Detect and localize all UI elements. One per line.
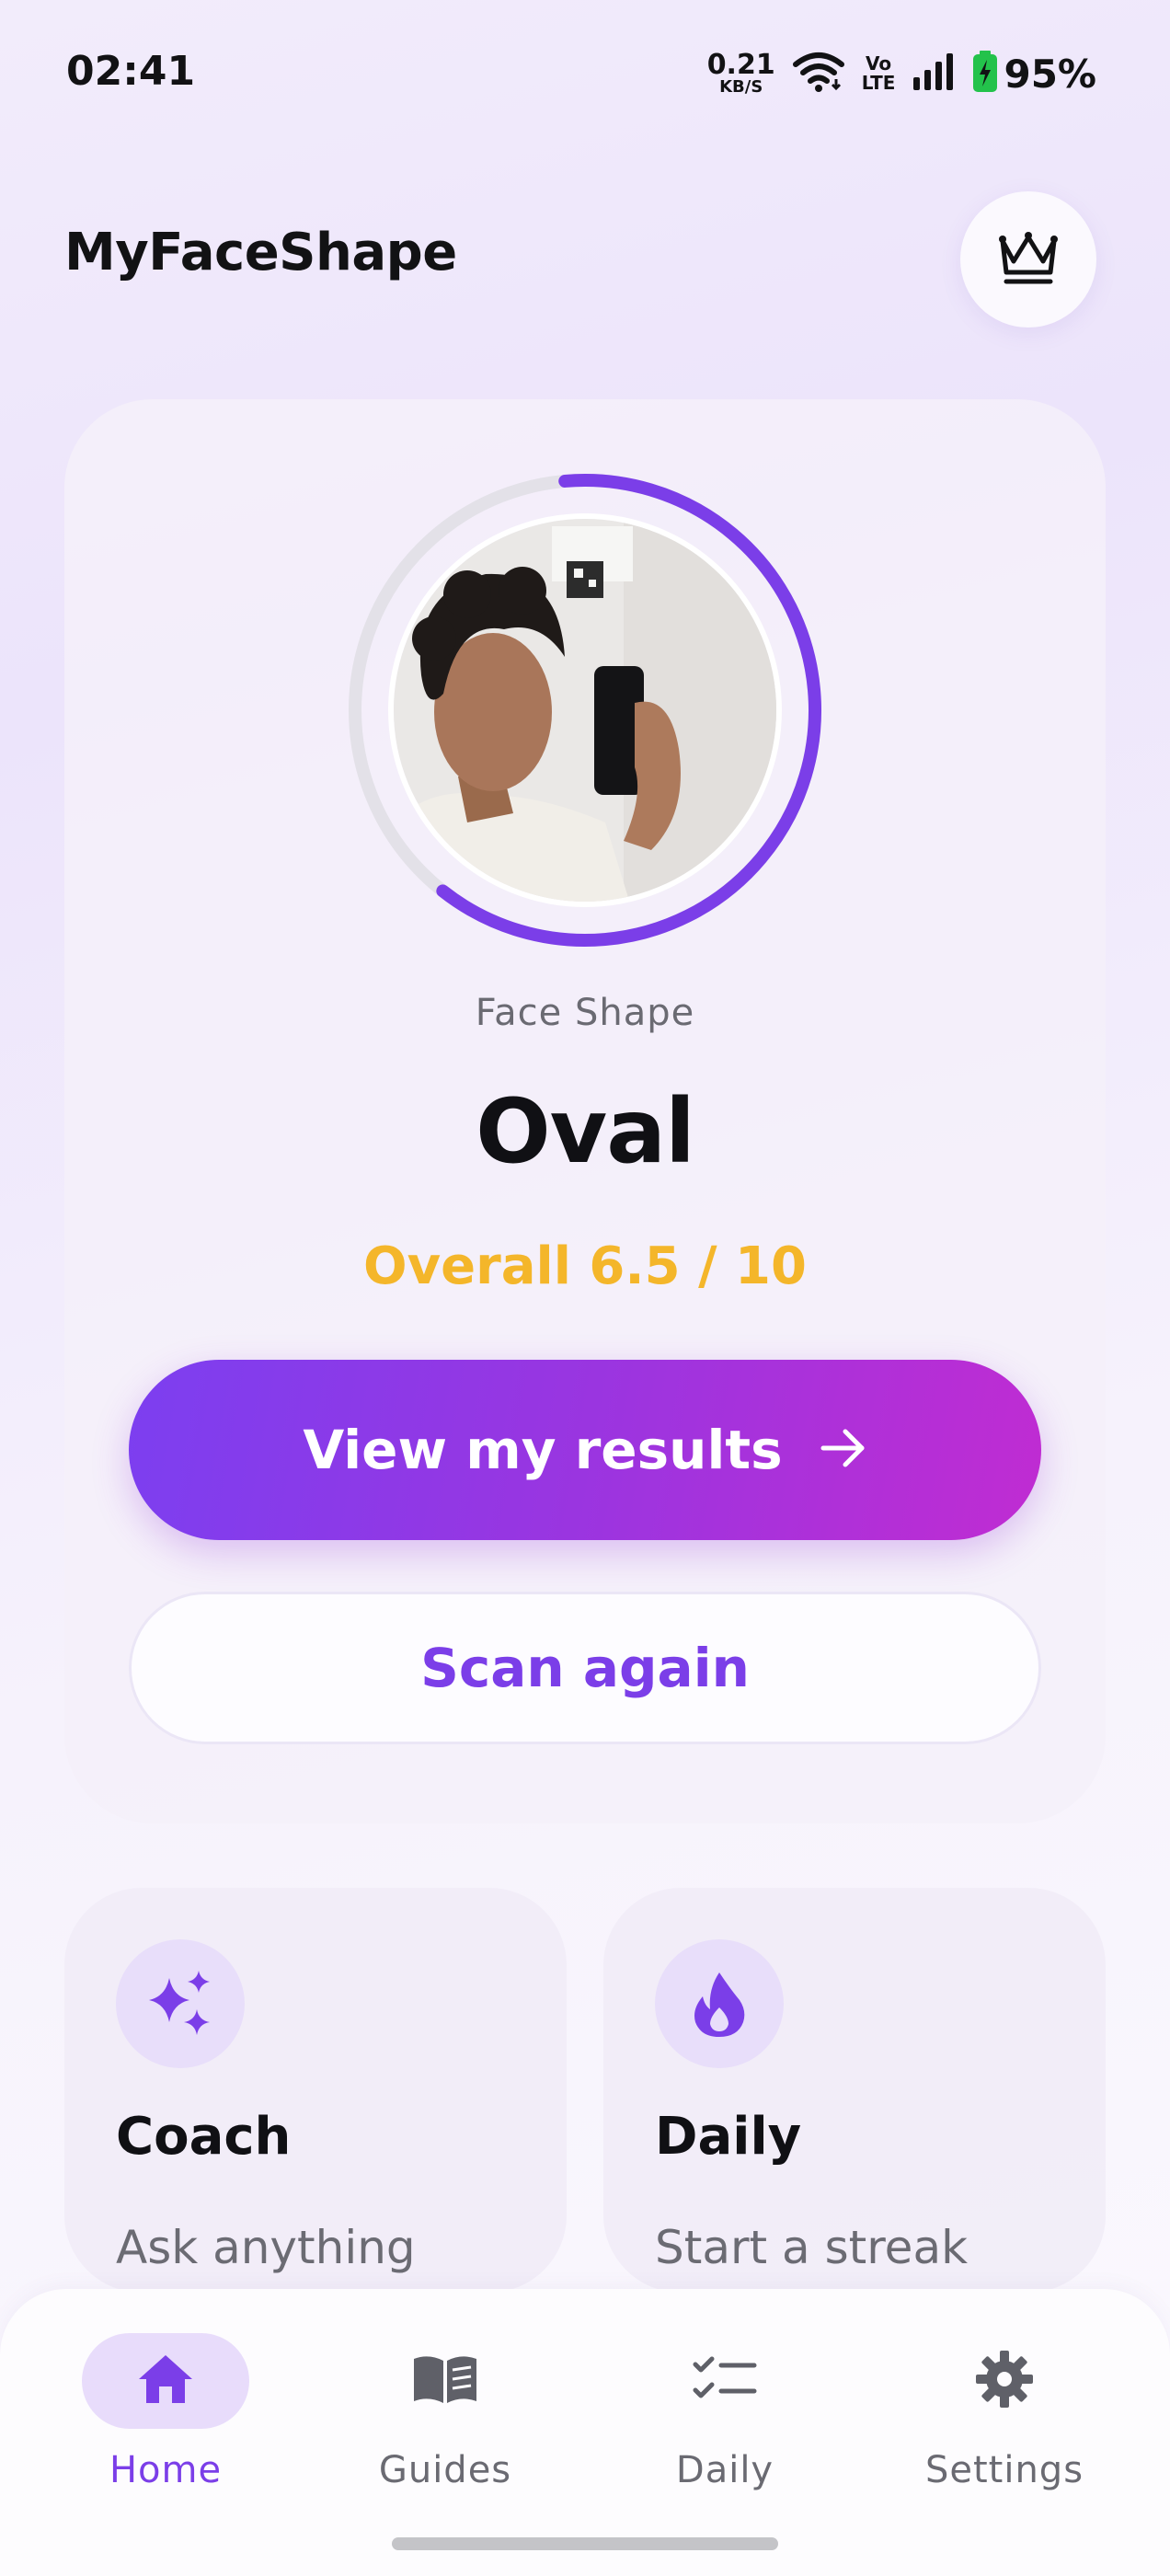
score-ring (344, 469, 826, 951)
premium-button[interactable] (960, 191, 1096, 328)
view-results-label: View my results (303, 1419, 783, 1481)
signal-icon (912, 52, 956, 96)
wifi-icon (792, 52, 845, 96)
nav-settings-label: Settings (924, 2449, 1084, 2491)
status-time: 02:41 (66, 48, 196, 95)
nav-guides[interactable]: Guides (305, 2333, 585, 2517)
book-icon (410, 2352, 480, 2410)
user-photo (388, 513, 782, 907)
flame-icon (655, 1939, 784, 2068)
network-speed-unit: KB/S (719, 77, 763, 97)
arrow-right-icon (820, 1419, 867, 1481)
gear-icon (974, 2349, 1035, 2413)
volte-top: Vo (866, 52, 892, 75)
nav-daily-pill (641, 2333, 809, 2429)
checklist-icon (692, 2353, 758, 2409)
daily-subtitle: Start a streak (655, 2221, 969, 2274)
face-shape-value: Oval (476, 1080, 695, 1183)
network-speed-value: 0.21 (706, 49, 775, 81)
nav-settings-pill (921, 2333, 1088, 2429)
nav-guides-label: Guides (378, 2449, 512, 2491)
nav-guides-pill (361, 2333, 529, 2429)
network-speed: 0.21 KB/S (707, 52, 775, 96)
status-icons: 0.21 KB/S Vo LTE 95% (707, 46, 1096, 101)
home-icon (135, 2352, 196, 2410)
sparkles-icon (116, 1939, 245, 2068)
app-title: MyFaceShape (64, 223, 457, 282)
battery-icon (972, 51, 998, 97)
result-card: Face Shape Oval Overall 6.5 / 10 View my… (64, 399, 1106, 1823)
home-indicator[interactable] (392, 2537, 778, 2550)
volte-indicator: Vo LTE (862, 54, 896, 93)
nav-daily-label: Daily (675, 2449, 774, 2491)
nav-daily[interactable]: Daily (585, 2333, 865, 2517)
battery-status: 95% (972, 51, 1096, 97)
face-shape-label: Face Shape (475, 992, 695, 1034)
coach-subtitle: Ask anything (116, 2221, 416, 2274)
scan-again-button[interactable]: Scan again (129, 1592, 1041, 1744)
nav-home[interactable]: Home (26, 2333, 305, 2517)
coach-card[interactable]: Coach Ask anything (64, 1888, 567, 2293)
status-bar: 02:41 0.21 KB/S Vo LTE 95% (0, 0, 1170, 147)
daily-card[interactable]: Daily Start a streak (603, 1888, 1106, 2293)
daily-title: Daily (655, 2107, 802, 2167)
overall-score: Overall 6.5 / 10 (363, 1236, 807, 1296)
nav-home-pill (82, 2333, 249, 2429)
coach-title: Coach (116, 2107, 292, 2167)
battery-percentage: 95% (1004, 51, 1096, 97)
crown-icon (995, 228, 1061, 291)
nav-settings[interactable]: Settings (865, 2333, 1144, 2517)
nav-home-label: Home (109, 2449, 223, 2491)
bottom-navigation: Home Guides Daily Settings (0, 2289, 1170, 2576)
volte-bottom: LTE (861, 72, 896, 94)
view-results-button[interactable]: View my results (129, 1360, 1041, 1540)
scan-again-label: Scan again (420, 1637, 750, 1699)
